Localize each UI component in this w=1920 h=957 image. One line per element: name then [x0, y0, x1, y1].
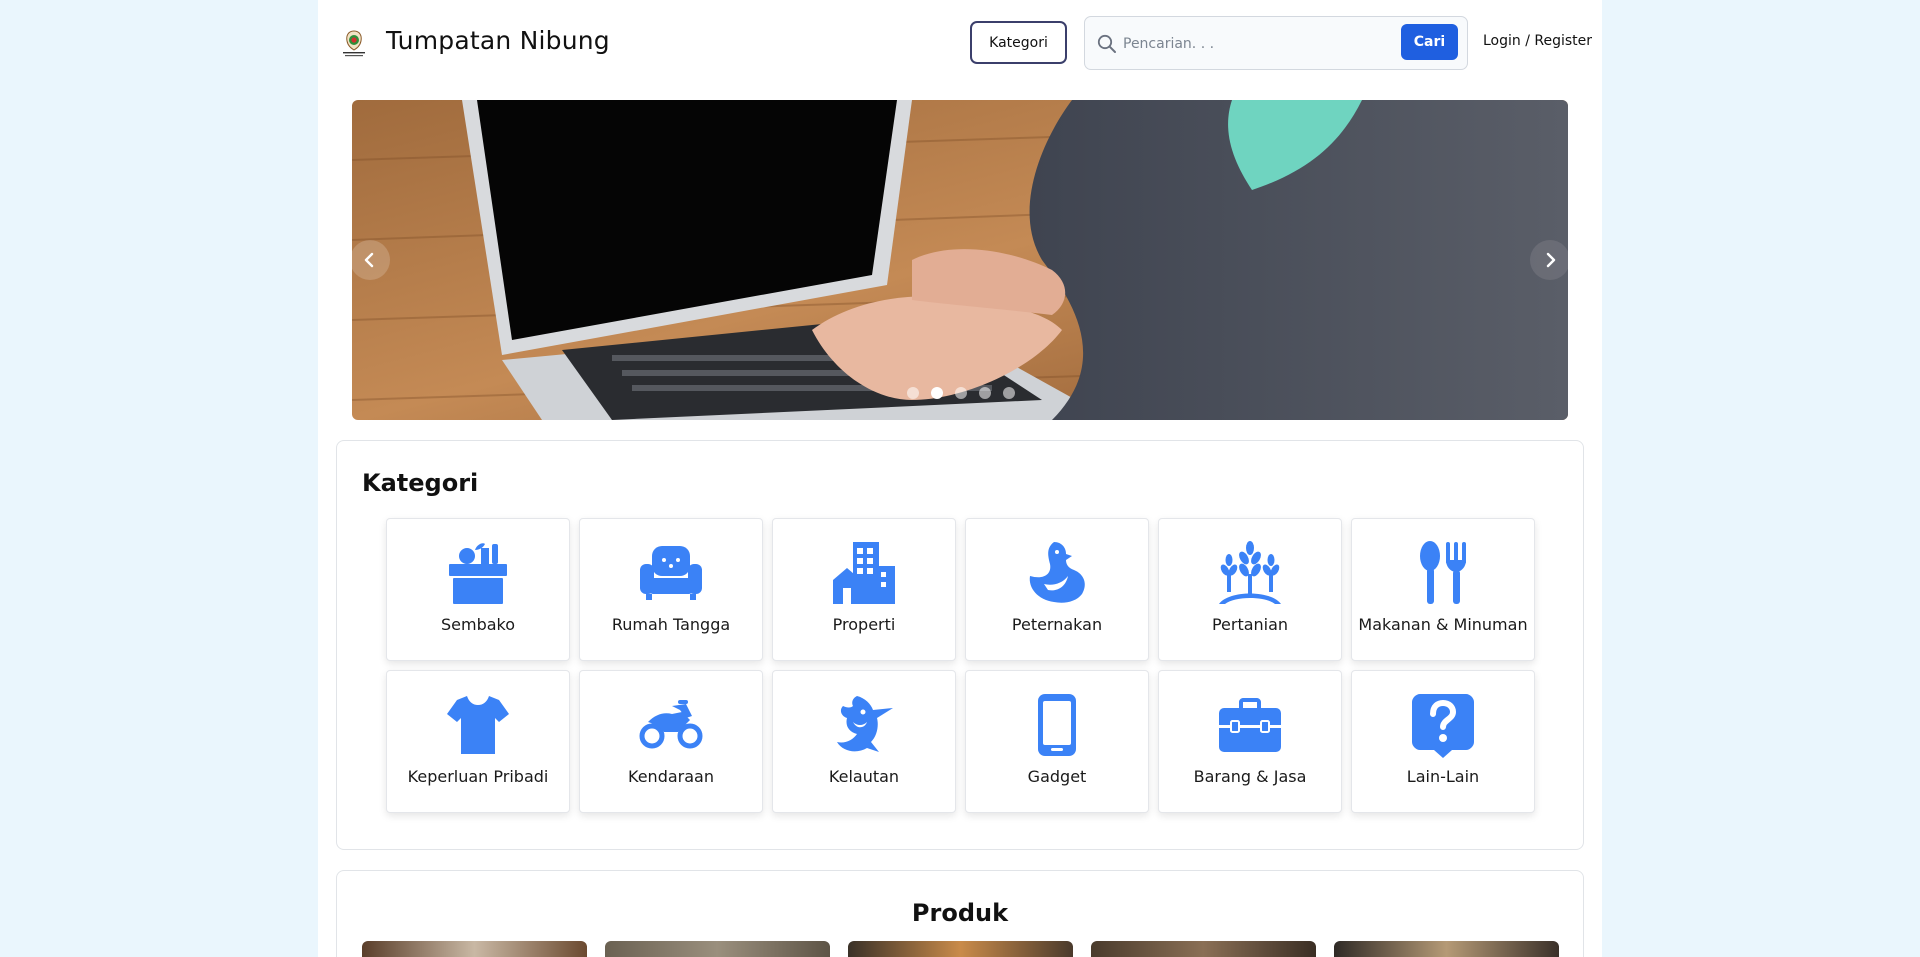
product-card[interactable] — [1334, 941, 1559, 957]
category-label: Makanan & Minuman — [1358, 615, 1528, 634]
category-card-sembako[interactable]: Sembako — [386, 518, 570, 661]
tshirt-icon — [447, 696, 509, 754]
category-label: Sembako — [440, 615, 516, 634]
category-label: Lain-Lain — [1406, 767, 1480, 786]
category-card-properti[interactable]: Properti — [772, 518, 956, 661]
product-card[interactable] — [362, 941, 587, 957]
category-card-kendaraan[interactable]: Kendaraan — [579, 670, 763, 813]
carousel-dot[interactable] — [979, 387, 991, 399]
category-card-pertanian[interactable]: Pertanian — [1158, 518, 1342, 661]
motorcycle-icon — [639, 700, 703, 749]
product-card[interactable] — [848, 941, 1073, 957]
product-list — [362, 941, 1559, 957]
fish-icon — [837, 696, 893, 752]
spoon-fork-icon — [1420, 541, 1466, 604]
hero-slide-image — [352, 100, 1568, 420]
category-card-keperluan-pribadi[interactable]: Keperluan Pribadi — [386, 670, 570, 813]
product-card[interactable] — [605, 941, 830, 957]
chevron-right-icon — [1546, 252, 1556, 268]
product-section-title: Produk — [911, 899, 1009, 927]
page: Tumpatan Nibung Kategori Cari Login / Re… — [318, 0, 1602, 957]
login-register-link[interactable]: Login / Register — [1483, 33, 1592, 49]
wheat-icon — [1219, 541, 1281, 604]
brand-title[interactable]: Tumpatan Nibung — [386, 26, 610, 55]
category-label: Barang & Jasa — [1193, 767, 1307, 786]
carousel-dot[interactable] — [907, 387, 919, 399]
category-card-peternakan[interactable]: Peternakan — [965, 518, 1149, 661]
carousel-dot[interactable] — [955, 387, 967, 399]
search-input[interactable] — [1123, 27, 1383, 61]
category-card-lain-lain[interactable]: Lain-Lain — [1351, 670, 1535, 813]
category-label: Keperluan Pribadi — [407, 767, 549, 786]
category-card-barang-jasa[interactable]: Barang & Jasa — [1158, 670, 1342, 813]
toolbox-icon — [1219, 698, 1281, 752]
category-label: Kendaraan — [628, 767, 714, 786]
chicken-icon — [1029, 542, 1085, 603]
search-icon — [1097, 34, 1116, 53]
category-card-rumah-tangga[interactable]: Rumah Tangga — [579, 518, 763, 661]
category-card-kelautan[interactable]: Kelautan — [772, 670, 956, 813]
search-box: Cari — [1084, 16, 1468, 70]
carousel-dot-active[interactable] — [931, 387, 943, 399]
armchair-icon — [640, 546, 702, 600]
building-icon — [833, 542, 895, 604]
header: Tumpatan Nibung Kategori Cari Login / Re… — [318, 0, 1602, 86]
category-grid: Sembako Rumah Tangga Properti Peternakan… — [386, 518, 1535, 813]
logo-icon[interactable] — [338, 27, 370, 59]
kategori-button[interactable]: Kategori — [970, 21, 1067, 64]
category-section-title: Kategori — [362, 469, 479, 497]
category-section: Kategori Sembako Rumah Tangga Properti P… — [336, 440, 1584, 850]
product-card[interactable] — [1091, 941, 1316, 957]
category-label: Properti — [832, 615, 896, 634]
product-section: Produk — [336, 870, 1584, 957]
category-label: Pertanian — [1211, 615, 1289, 634]
hero-carousel[interactable] — [352, 100, 1568, 420]
category-label: Kelautan — [828, 767, 900, 786]
smartphone-icon — [1038, 694, 1076, 756]
grocery-box-icon — [449, 543, 507, 604]
search-button[interactable]: Cari — [1401, 24, 1458, 60]
category-card-gadget[interactable]: Gadget — [965, 670, 1149, 813]
category-label: Rumah Tangga — [611, 615, 731, 634]
carousel-dot[interactable] — [1003, 387, 1015, 399]
category-card-makanan-minuman[interactable]: Makanan & Minuman — [1351, 518, 1535, 661]
chevron-left-icon — [364, 252, 374, 268]
carousel-next-button[interactable] — [1530, 240, 1568, 280]
category-label: Peternakan — [1011, 615, 1103, 634]
category-label: Gadget — [1027, 767, 1087, 786]
carousel-indicators — [907, 387, 1015, 399]
question-icon — [1412, 694, 1474, 758]
